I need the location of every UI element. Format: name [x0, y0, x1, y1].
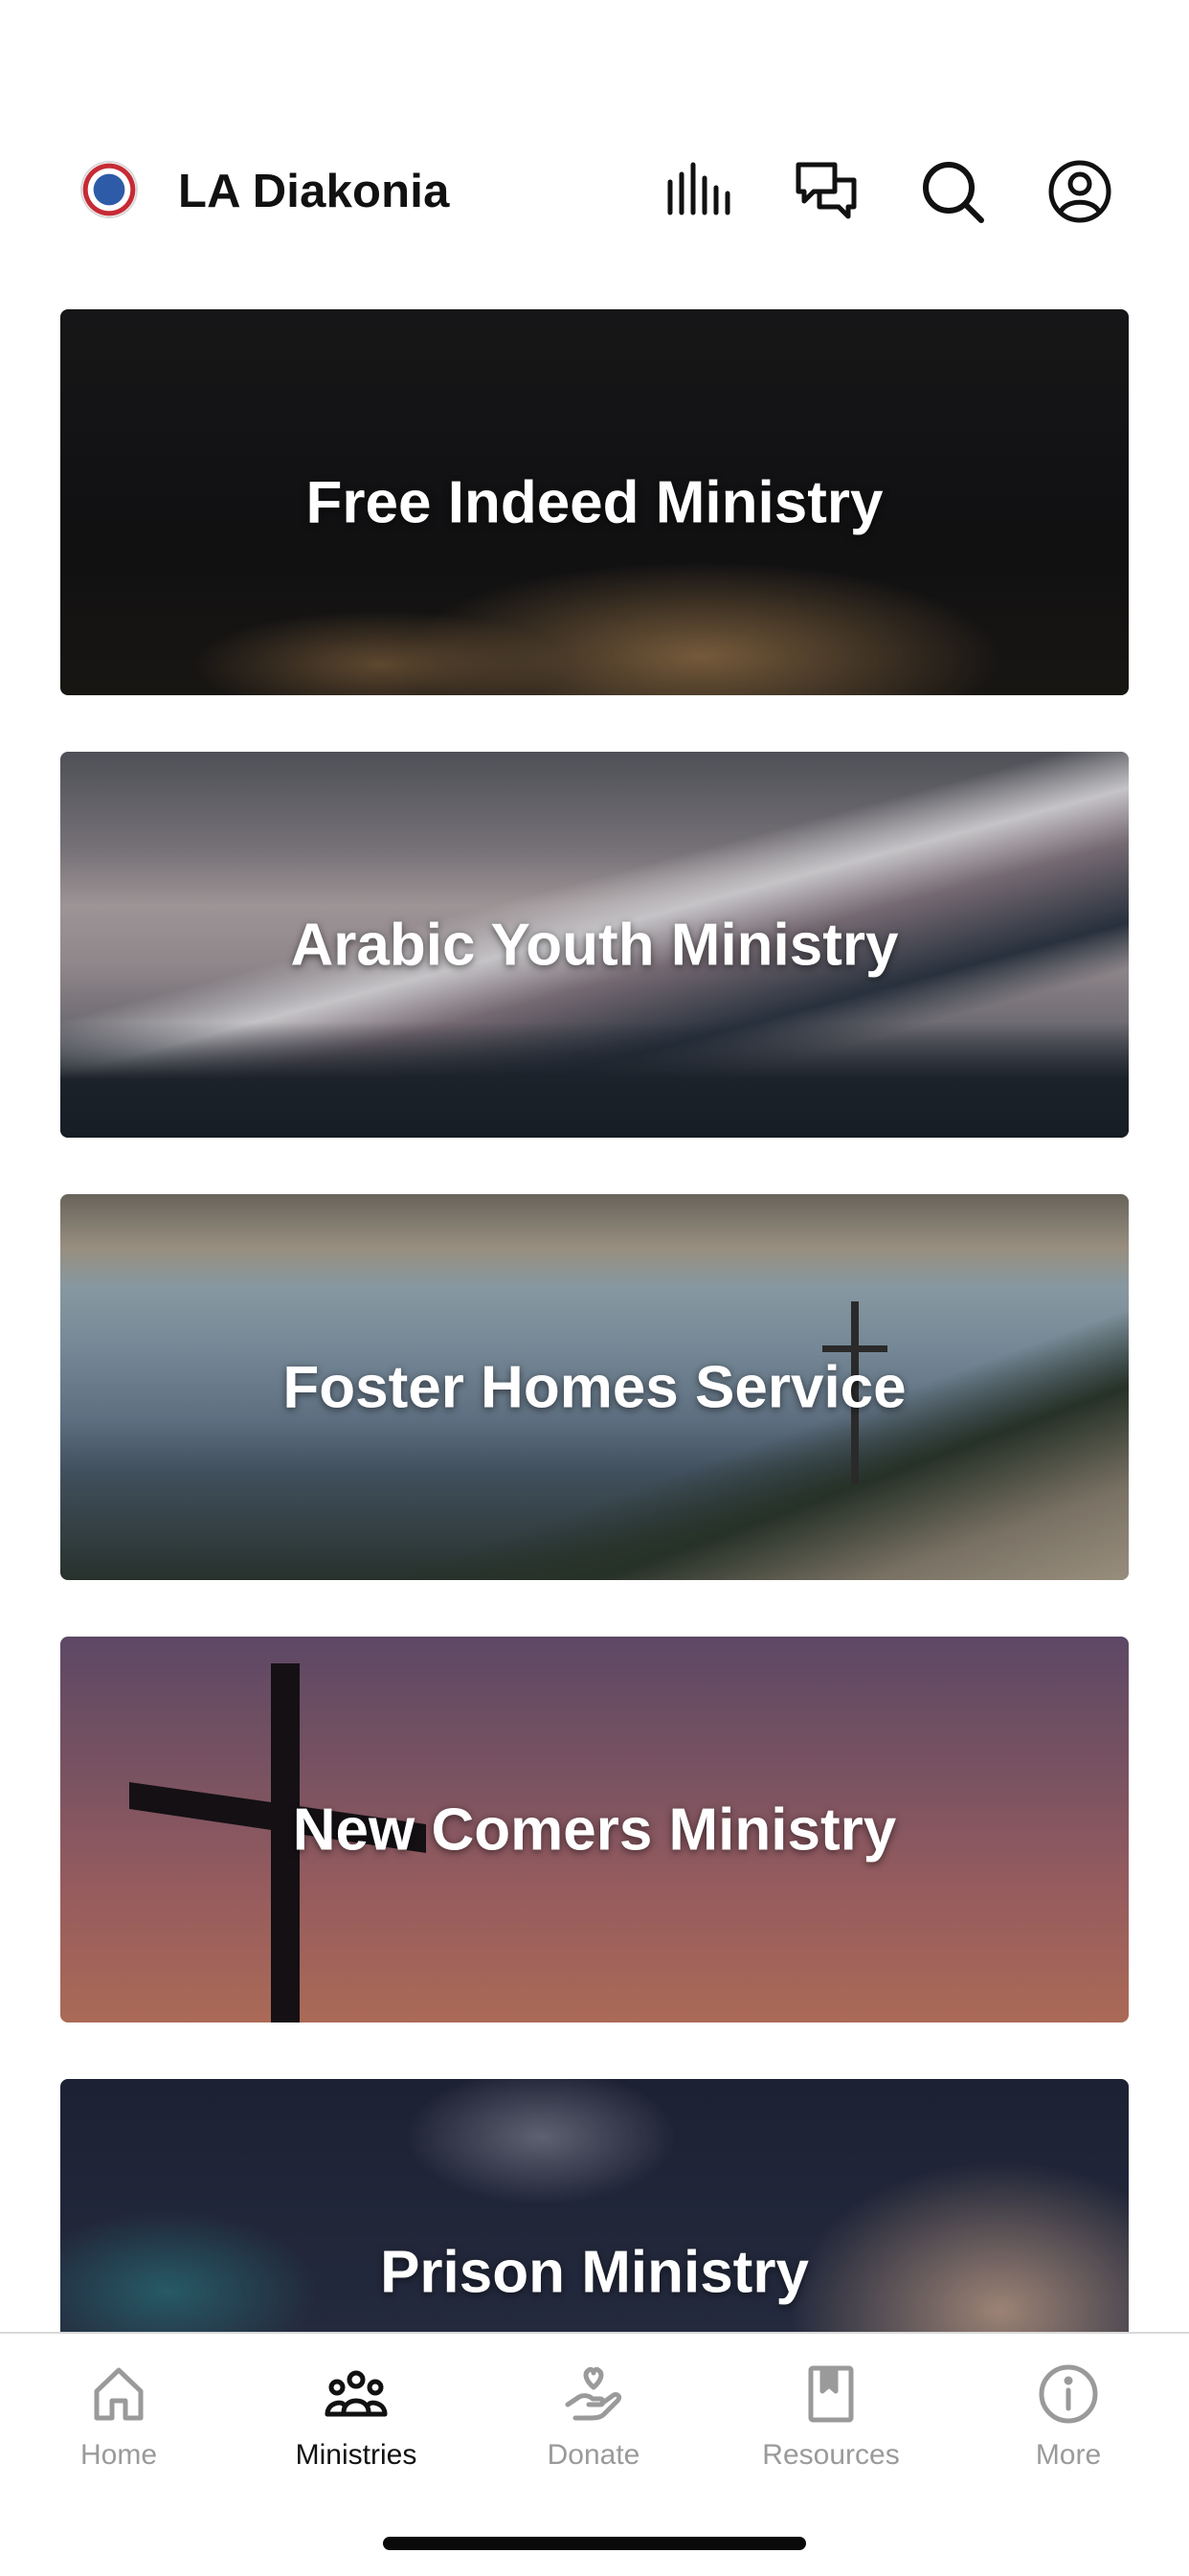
home-indicator[interactable]	[383, 2537, 806, 2550]
ministry-card[interactable]: Arabic Youth Ministry	[60, 752, 1129, 1138]
tab-more[interactable]: More	[973, 2353, 1164, 2487]
ministry-title: New Comers Ministry	[292, 1796, 897, 1863]
chat-icon[interactable]	[791, 155, 864, 228]
app-header: LA Diakonia	[0, 144, 1189, 239]
home-icon	[94, 2367, 144, 2421]
tab-donate[interactable]: Donate	[498, 2353, 689, 2487]
ministry-list: Free Indeed Ministry Arabic Youth Minist…	[60, 309, 1129, 2332]
tab-resources[interactable]: Resources	[735, 2353, 927, 2487]
church-logo	[80, 161, 138, 218]
tab-label: Ministries	[295, 2439, 417, 2471]
tab-ministries[interactable]: Ministries	[260, 2353, 452, 2487]
ministry-card[interactable]: Free Indeed Ministry	[60, 309, 1129, 695]
ministry-title: Foster Homes Service	[282, 1354, 907, 1420]
app-title: LA Diakonia	[178, 166, 450, 217]
account-icon[interactable]	[1043, 155, 1116, 228]
ministry-title: Free Indeed Ministry	[305, 469, 884, 535]
info-circle-icon	[1039, 2364, 1098, 2424]
people-group-icon	[325, 2370, 388, 2417]
heart-hand-icon	[565, 2366, 622, 2421]
tab-label: Home	[79, 2439, 158, 2471]
ministry-card[interactable]: Foster Homes Service	[60, 1194, 1129, 1580]
ministry-title: Arabic Youth Ministry	[290, 912, 899, 978]
tab-home[interactable]: Home	[23, 2353, 214, 2487]
search-icon[interactable]	[916, 155, 989, 228]
ministry-card[interactable]: Prison Ministry	[60, 2079, 1129, 2332]
bookmark-book-icon	[808, 2365, 854, 2423]
tab-label: Resources	[762, 2439, 900, 2471]
audio-bars-icon[interactable]	[662, 155, 735, 228]
ministry-title: Prison Ministry	[380, 2239, 809, 2305]
tab-label: More	[1035, 2439, 1102, 2471]
tab-label: Donate	[547, 2439, 640, 2471]
ministry-card[interactable]: New Comers Ministry	[60, 1637, 1129, 2022]
